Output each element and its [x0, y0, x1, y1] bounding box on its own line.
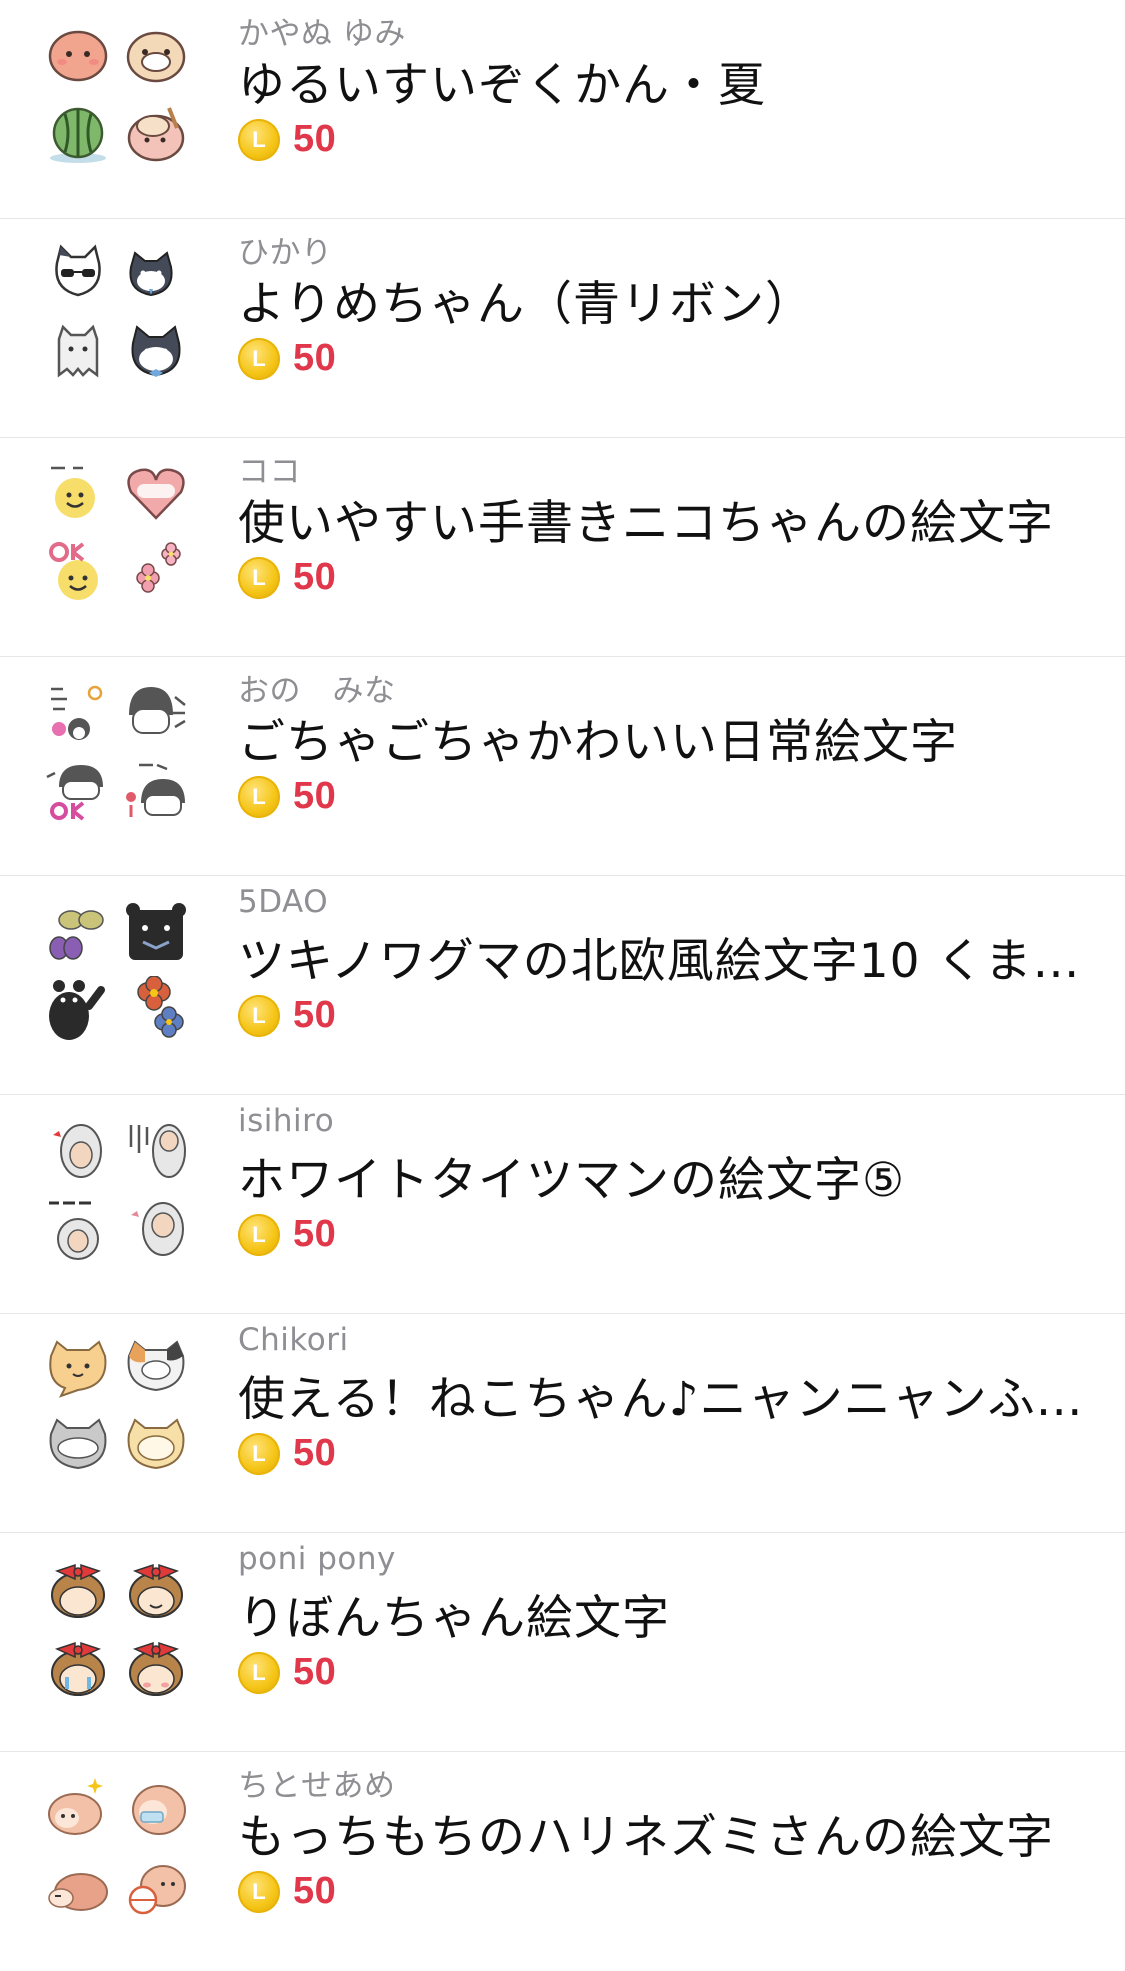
list-item[interactable]: 5DAO ツキノワグマの北欧風絵文字10 くま… L 50 — [0, 876, 1125, 1095]
thumbnail-grid — [45, 898, 195, 1048]
hedgehog-sleep-icon — [45, 1852, 111, 1918]
gray-cat-bubble-icon — [45, 1414, 111, 1480]
ribbon-girl-cry-icon — [45, 1633, 111, 1699]
item-title[interactable]: ツキノワグマの北欧風絵文字10 くま… — [238, 922, 1093, 991]
flower-red-icon — [123, 976, 189, 1042]
butterfly-icon — [45, 898, 111, 964]
list-item[interactable]: ひかり よりめちゃん（青リボン） L 50 — [0, 219, 1125, 438]
item-title[interactable]: りぼんちゃん絵文字 — [238, 1579, 1093, 1648]
item-title[interactable]: ゆるいすいぞくかん・夏 — [238, 46, 1093, 115]
cat-bow-icon — [123, 319, 189, 385]
price-tag: L 50 — [238, 1651, 336, 1694]
price-tag: L 50 — [238, 118, 336, 161]
coin-icon: L — [238, 994, 280, 1037]
list-item[interactable]: かやぬ ゆみ ゆるいすいぞくかん・夏 L 50 — [0, 0, 1125, 219]
list-item[interactable]: おの みな ごちゃごちゃかわいい日常絵文字 L 50 — [0, 657, 1125, 876]
thumbnail-grid — [45, 1336, 195, 1486]
tights-man-heart-icon — [45, 1117, 111, 1183]
item-title[interactable]: よりめちゃん（青リボン） — [238, 265, 1093, 334]
orange-cat-bubble-icon — [45, 1336, 111, 1402]
flowers-icon — [123, 538, 189, 604]
ohayo-girl-icon — [45, 679, 111, 745]
list-item[interactable]: ココ 使いやすい手書きニコちゃんの絵文字 L 50 — [0, 438, 1125, 657]
tehe-girl-icon — [123, 757, 189, 823]
price-value: 50 — [293, 1432, 337, 1474]
list-item[interactable]: poni pony りぼんちゃん絵文字 L 50 — [0, 1533, 1125, 1752]
otter-face-icon — [123, 22, 189, 88]
smiley-face-icon — [45, 460, 111, 526]
price-tag: L 50 — [238, 994, 336, 1037]
thumbnail-grid — [45, 22, 195, 172]
item-title[interactable]: もっちもちのハリネズミさんの絵文字 — [238, 1798, 1093, 1867]
watermelon-icon — [45, 100, 111, 166]
hedgehog-mask-icon — [123, 1774, 189, 1840]
pink-creature-icon — [123, 100, 189, 166]
author-name: 5DAO — [238, 884, 329, 920]
author-name: Chikori — [238, 1322, 349, 1358]
thumbnail-grid — [45, 1117, 195, 1267]
coin-icon: L — [238, 1870, 280, 1913]
price-value: 50 — [293, 118, 337, 160]
author-name: poni pony — [238, 1541, 396, 1577]
cat-pair-icon — [123, 241, 189, 307]
coin-icon: L — [238, 1213, 280, 1256]
ribbon-girl-angry-icon — [45, 1555, 111, 1621]
price-value: 50 — [293, 775, 337, 817]
price-value: 50 — [293, 1870, 337, 1912]
item-title[interactable]: ホワイトタイツマンの絵文字⑤ — [238, 1141, 1093, 1210]
coin-icon: L — [238, 1432, 280, 1475]
item-title[interactable]: 使いやすい手書きニコちゃんの絵文字 — [238, 484, 1093, 553]
thumbnail-grid — [45, 679, 195, 829]
calico-cat-bubble-icon — [123, 1336, 189, 1402]
ghost-cat-icon — [45, 319, 111, 385]
tights-man-point-icon — [123, 1195, 189, 1261]
hedgehog-ball-icon — [123, 1852, 189, 1918]
thumbnail-grid — [45, 1555, 195, 1705]
price-tag: L 50 — [238, 556, 336, 599]
thumbnail-grid — [45, 241, 195, 391]
price-tag: L 50 — [238, 1213, 336, 1256]
emoji-product-list: かやぬ ゆみ ゆるいすいぞくかん・夏 L 50 ひかり よりめちゃん（青リボン）… — [0, 0, 1125, 1971]
author-name: isihiro — [238, 1103, 335, 1139]
ribbon-girl-smile-icon — [123, 1555, 189, 1621]
coin-icon: L — [238, 337, 280, 380]
thumbnail-grid — [45, 460, 195, 610]
black-bear-wave-icon — [45, 976, 111, 1042]
coin-icon: L — [238, 775, 280, 818]
speech-bubble-icon — [123, 1414, 189, 1480]
price-value: 50 — [293, 994, 337, 1036]
cat-sunglasses-icon — [45, 241, 111, 307]
hello-heart-icon — [123, 460, 189, 526]
price-value: 50 — [293, 556, 337, 598]
ok-girl-icon — [45, 757, 111, 823]
list-item[interactable]: isihiro ホワイトタイツマンの絵文字⑤ L 50 — [0, 1095, 1125, 1314]
item-title[interactable]: ごちゃごちゃかわいい日常絵文字 — [238, 703, 1093, 772]
ribbon-girl-wink-icon — [123, 1633, 189, 1699]
pink-octopus-icon — [45, 22, 111, 88]
item-title[interactable]: 使える！ねこちゃん♪ニャンニャンふ… — [238, 1360, 1093, 1429]
coin-icon: L — [238, 1651, 280, 1694]
iine-man-icon — [45, 1195, 111, 1261]
fight-girl-icon — [123, 679, 189, 745]
hedgehog-sparkle-icon — [45, 1774, 111, 1840]
price-value: 50 — [293, 1651, 337, 1693]
coin-icon: L — [238, 556, 280, 599]
list-item[interactable]: Chikori 使える！ねこちゃん♪ニャンニャンふ… L 50 — [0, 1314, 1125, 1533]
price-tag: L 50 — [238, 775, 336, 818]
price-tag: L 50 — [238, 1870, 336, 1913]
price-value: 50 — [293, 337, 337, 379]
coin-icon: L — [238, 118, 280, 161]
price-tag: L 50 — [238, 1432, 336, 1475]
black-bear-face-icon — [123, 898, 189, 964]
thumbnail-grid — [45, 1774, 195, 1924]
tights-man-text-icon — [123, 1117, 189, 1183]
list-item[interactable]: ちとせあめ もっちもちのハリネズミさんの絵文字 L 50 — [0, 1752, 1125, 1971]
price-value: 50 — [293, 1213, 337, 1255]
ok-smiley-icon — [45, 538, 111, 604]
price-tag: L 50 — [238, 337, 336, 380]
